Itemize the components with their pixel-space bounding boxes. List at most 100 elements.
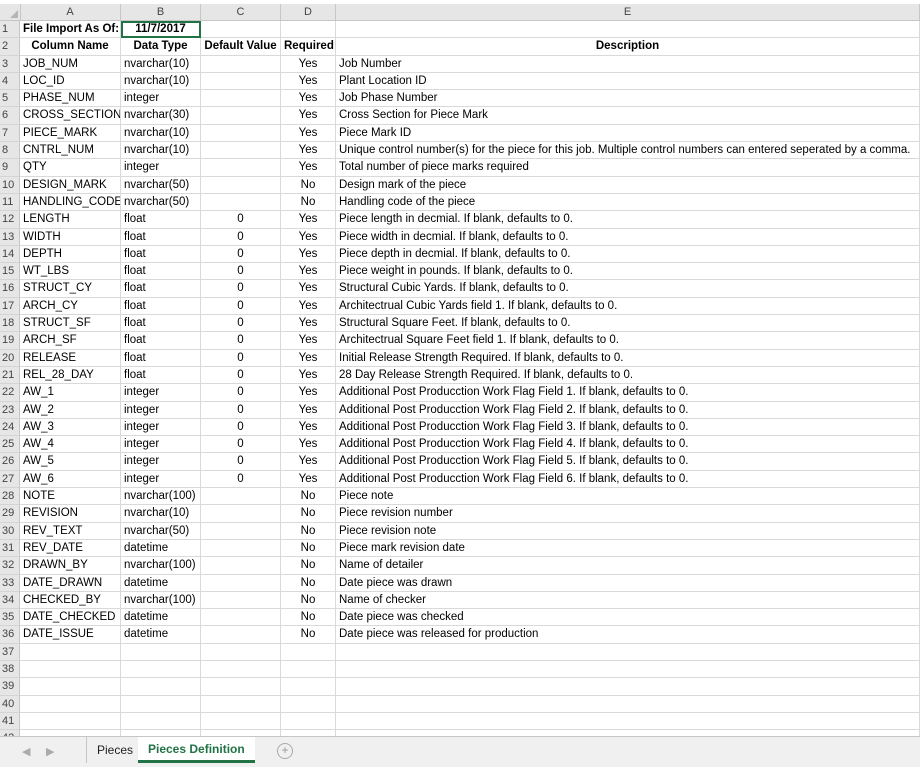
tab-pieces[interactable]: Pieces [86, 737, 143, 763]
cell-a[interactable]: AW_4 [20, 436, 121, 454]
row-number[interactable]: 32 [0, 557, 20, 575]
cell-a[interactable]: RELEASE [20, 349, 121, 367]
add-sheet-icon[interactable]: + [277, 743, 293, 759]
cell-a[interactable]: AW_5 [20, 453, 121, 471]
row-number[interactable]: 22 [0, 384, 20, 402]
cell-c[interactable] [201, 609, 281, 627]
cell-b[interactable]: nvarchar(100) [121, 591, 201, 610]
cell[interactable] [201, 695, 281, 713]
cell-c[interactable] [201, 142, 281, 160]
cell-d[interactable]: Yes [281, 401, 336, 419]
cell-d[interactable]: Yes [281, 349, 336, 367]
cell[interactable] [201, 678, 281, 696]
cell-c[interactable] [201, 107, 281, 125]
tab-scroll-left-icon[interactable]: ◀ [22, 745, 30, 758]
cell-e[interactable]: Date piece was drawn [336, 574, 920, 592]
row-number[interactable]: 35 [0, 609, 20, 627]
cell-e[interactable]: Cross Section for Piece Mark [336, 107, 920, 125]
cell-d[interactable]: Yes [281, 72, 336, 91]
cell-a[interactable]: AW_6 [20, 470, 121, 489]
cell-b[interactable]: nvarchar(100) [121, 557, 201, 575]
cell-a[interactable]: CNTRL_NUM [20, 142, 121, 160]
cell-a[interactable]: LOC_ID [20, 72, 121, 91]
row-number[interactable]: 34 [0, 591, 20, 610]
cell-e[interactable]: Architectrual Square Feet field 1. If bl… [336, 332, 920, 350]
cell-c[interactable]: 0 [201, 332, 281, 350]
cell[interactable] [336, 695, 920, 713]
cell-e[interactable]: Piece width in decmial. If blank, defaul… [336, 228, 920, 246]
row-number[interactable]: 30 [0, 522, 20, 540]
cell-b[interactable]: datetime [121, 626, 201, 644]
cell-b[interactable]: float [121, 263, 201, 281]
cell[interactable] [281, 21, 336, 39]
cell-d[interactable]: Yes [281, 228, 336, 246]
cell-c[interactable] [201, 557, 281, 575]
cell-b[interactable]: nvarchar(50) [121, 522, 201, 540]
cell-e[interactable]: Name of checker [336, 591, 920, 610]
cell-c[interactable] [201, 505, 281, 523]
cell-c[interactable]: 0 [201, 384, 281, 402]
cell-c[interactable] [201, 193, 281, 212]
cell-d[interactable]: No [281, 574, 336, 592]
cell-e[interactable]: Piece length in decmial. If blank, defau… [336, 211, 920, 229]
cell-d[interactable]: Yes [281, 418, 336, 437]
cell-b[interactable]: integer [121, 90, 201, 108]
cell[interactable] [121, 712, 201, 731]
cell-e[interactable]: Additional Post Producction Work Flag Fi… [336, 418, 920, 437]
cell-c[interactable] [201, 159, 281, 177]
row-number[interactable]: 14 [0, 245, 20, 264]
cell-c[interactable]: 0 [201, 245, 281, 264]
row-number[interactable]: 13 [0, 228, 20, 246]
row-number[interactable]: 17 [0, 297, 20, 316]
row-number[interactable]: 21 [0, 366, 20, 385]
cell-d[interactable]: No [281, 539, 336, 558]
cell-a[interactable]: AW_2 [20, 401, 121, 419]
row-number[interactable]: 24 [0, 418, 20, 437]
cell-e[interactable]: Additional Post Producction Work Flag Fi… [336, 453, 920, 471]
cell-d[interactable]: Yes [281, 211, 336, 229]
cell-a[interactable]: LENGTH [20, 211, 121, 229]
row-number[interactable]: 6 [0, 107, 20, 125]
cell-a[interactable]: JOB_NUM [20, 55, 121, 73]
row-number[interactable]: 37 [0, 643, 20, 661]
row-number[interactable]: 40 [0, 695, 20, 713]
column-header-e[interactable]: E [336, 4, 920, 20]
cell-c[interactable]: 0 [201, 211, 281, 229]
cell-a[interactable]: DESIGN_MARK [20, 176, 121, 194]
cell-b[interactable]: float [121, 315, 201, 333]
cell-c[interactable]: 0 [201, 228, 281, 246]
cell-c[interactable]: 0 [201, 436, 281, 454]
cell[interactable] [20, 712, 121, 731]
header-required[interactable]: Required [281, 38, 336, 56]
cell[interactable] [201, 21, 281, 39]
cell-a[interactable]: HANDLING_CODE [20, 193, 121, 212]
cell-c[interactable]: 0 [201, 297, 281, 316]
cell-a[interactable]: PIECE_MARK [20, 124, 121, 143]
cell[interactable] [336, 660, 920, 679]
cell-c[interactable]: 0 [201, 418, 281, 437]
cell-a[interactable]: NOTE [20, 488, 121, 506]
cell-e[interactable]: Structural Square Feet. If blank, defaul… [336, 315, 920, 333]
tab-scroll-right-icon[interactable]: ▶ [46, 745, 54, 758]
cell-file-import-date[interactable]: 11/7/2017 [121, 21, 201, 39]
cell-b[interactable]: nvarchar(50) [121, 176, 201, 194]
row-number[interactable]: 5 [0, 90, 20, 108]
cell-b[interactable]: nvarchar(10) [121, 72, 201, 91]
cell-e[interactable]: Additional Post Producction Work Flag Fi… [336, 470, 920, 489]
cell-e[interactable]: Piece revision number [336, 505, 920, 523]
cell-e[interactable]: Piece depth in decmial. If blank, defaul… [336, 245, 920, 264]
cell-e[interactable]: 28 Day Release Strength Required. If bla… [336, 366, 920, 385]
cell-a[interactable]: STRUCT_SF [20, 315, 121, 333]
cell-d[interactable]: No [281, 626, 336, 644]
cell-e[interactable]: Handling code of the piece [336, 193, 920, 212]
cell-a[interactable]: AW_3 [20, 418, 121, 437]
cell-d[interactable]: Yes [281, 142, 336, 160]
cell-e[interactable]: Architectrual Cubic Yards field 1. If bl… [336, 297, 920, 316]
cell-d[interactable]: No [281, 591, 336, 610]
row-number[interactable]: 8 [0, 142, 20, 160]
cell-c[interactable]: 0 [201, 453, 281, 471]
cell-a[interactable]: QTY [20, 159, 121, 177]
cell-e[interactable]: Job Number [336, 55, 920, 73]
row-number[interactable]: 15 [0, 263, 20, 281]
cell-e[interactable]: Name of detailer [336, 557, 920, 575]
